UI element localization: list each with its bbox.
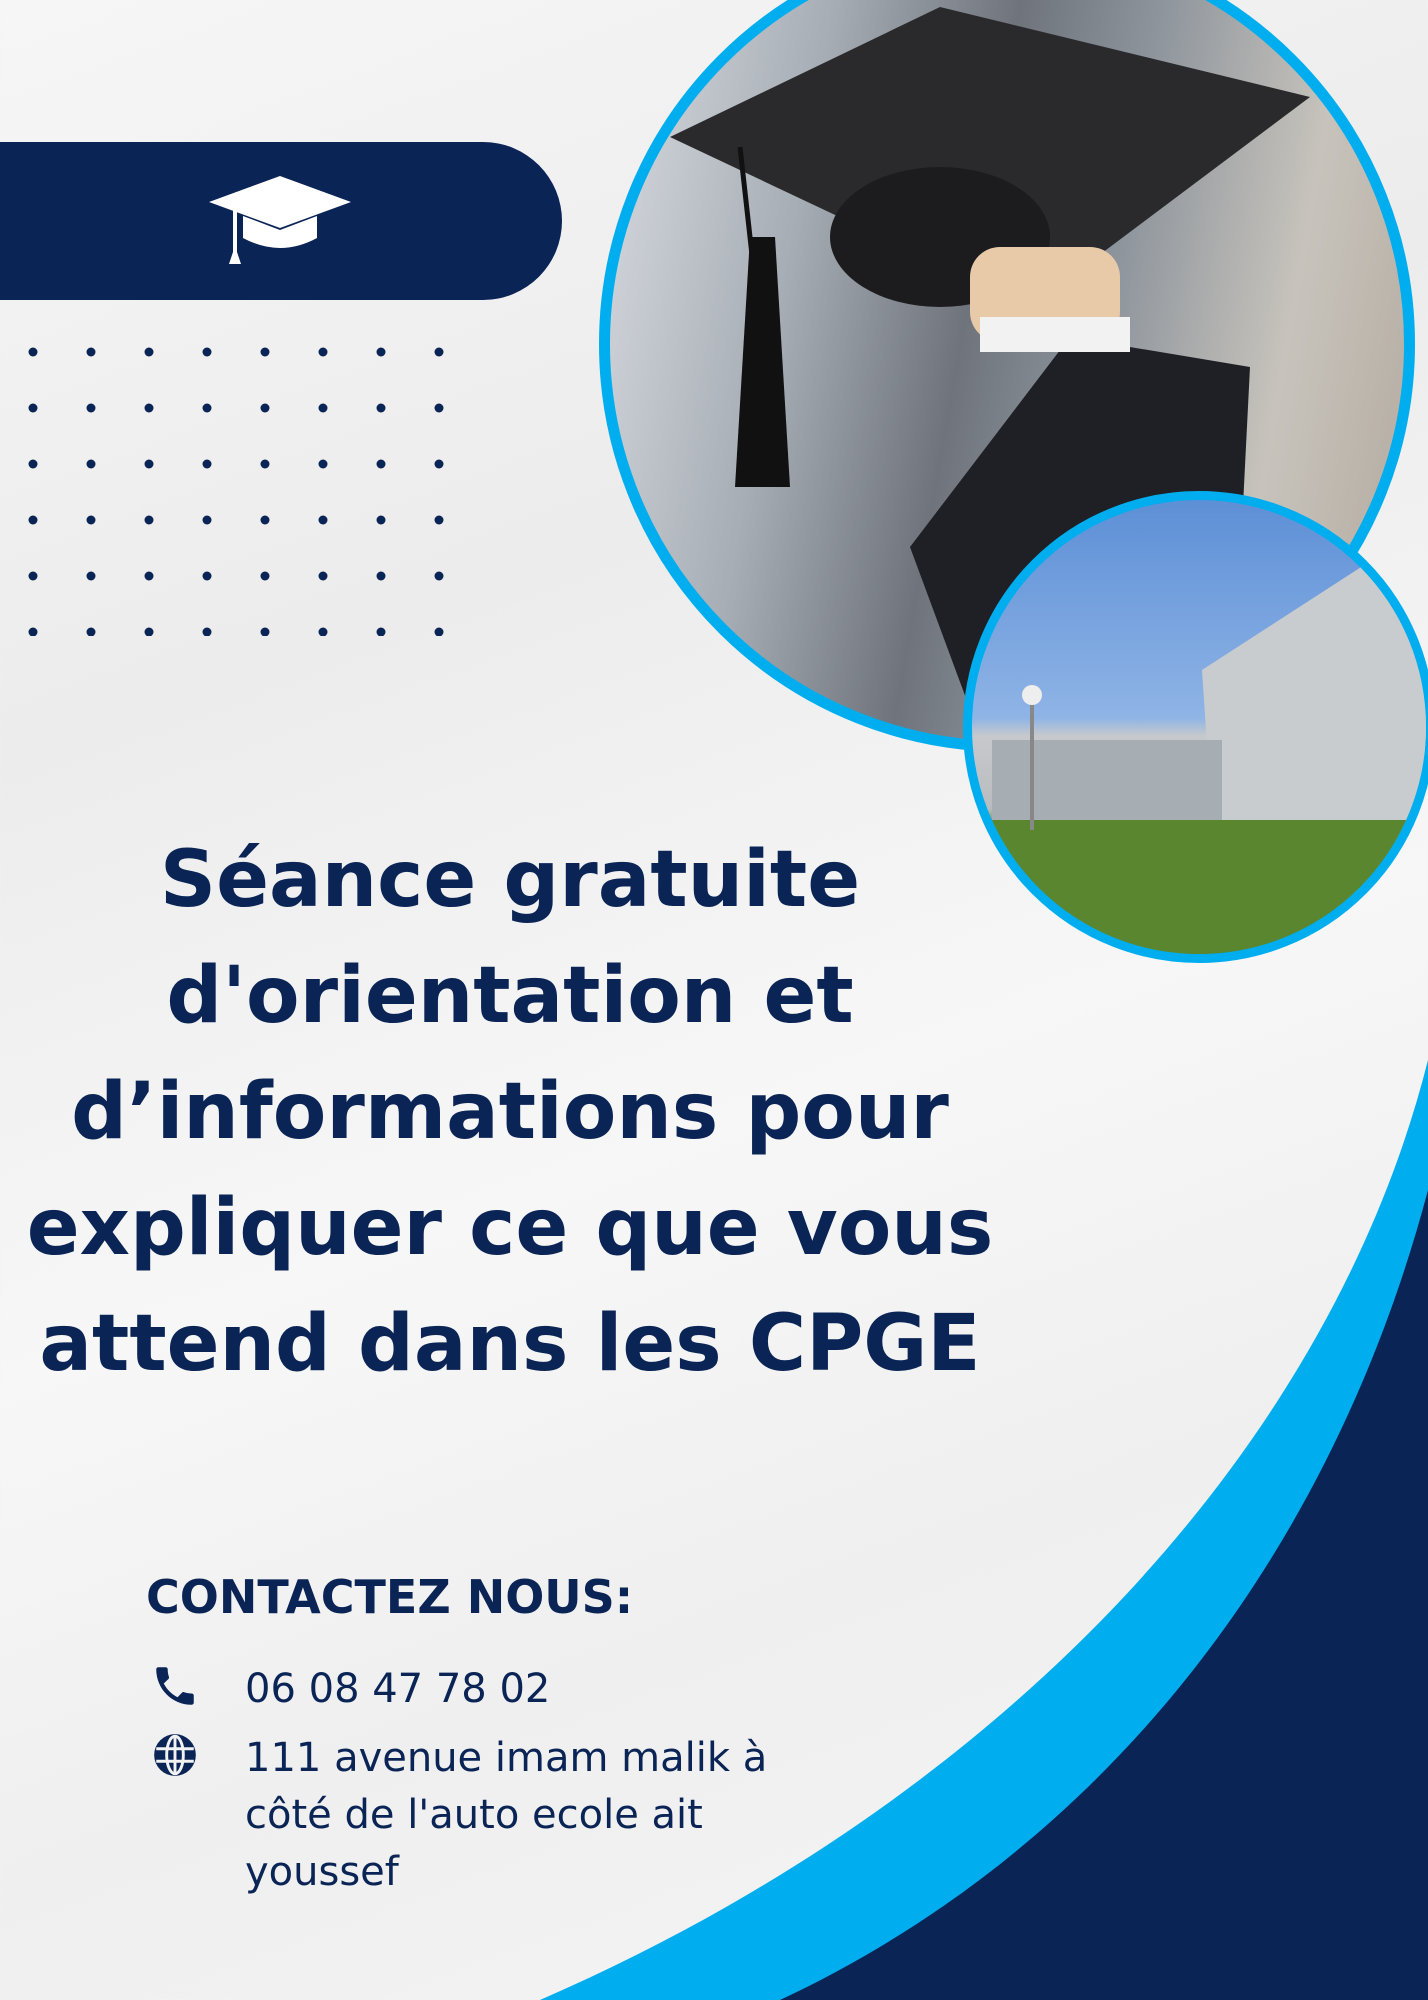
contact-address: 111 avenue imam malik à côté de l'auto e…: [150, 1730, 767, 1901]
headline-line: d’informations pour: [71, 1067, 949, 1157]
dot: [376, 515, 386, 525]
dot: [318, 347, 328, 357]
dot: [202, 571, 212, 581]
dot: [260, 403, 270, 413]
dot: [434, 627, 444, 636]
dot: [260, 627, 270, 636]
dot: [202, 515, 212, 525]
dot: [144, 459, 154, 469]
contact-heading: CONTACTEZ NOUS:: [146, 1570, 634, 1624]
dot: [28, 515, 38, 525]
dot: [144, 515, 154, 525]
dot: [144, 571, 154, 581]
dot: [376, 459, 386, 469]
globe-icon: [154, 1734, 196, 1776]
dot: [376, 571, 386, 581]
dot: [260, 515, 270, 525]
dot: [434, 571, 444, 581]
dot: [86, 627, 96, 636]
dot: [86, 571, 96, 581]
dot: [260, 459, 270, 469]
dot: [260, 347, 270, 357]
graduation-cap-icon: [209, 176, 351, 264]
headline-line: Séance gratuite: [159, 835, 861, 925]
dot: [318, 403, 328, 413]
dot-grid: [28, 347, 444, 636]
headline-line: d'orientation et: [166, 951, 854, 1041]
dot: [28, 571, 38, 581]
dot: [434, 459, 444, 469]
dot: [376, 347, 386, 357]
dot: [86, 347, 96, 357]
dot: [28, 627, 38, 636]
dot: [144, 347, 154, 357]
dot: [318, 627, 328, 636]
address-text: 111 avenue imam malik à côté de l'auto e…: [245, 1730, 767, 1901]
dot: [260, 571, 270, 581]
dot: [202, 347, 212, 357]
dot: [434, 403, 444, 413]
dot: [144, 627, 154, 636]
dot: [318, 571, 328, 581]
dot: [86, 403, 96, 413]
dot: [28, 347, 38, 357]
headline: Séance gratuite d'orientation et d’infor…: [20, 822, 1000, 1402]
dot: [202, 627, 212, 636]
dot: [376, 627, 386, 636]
phone-number[interactable]: 06 08 47 78 02: [245, 1661, 550, 1718]
contact-phone: 06 08 47 78 02: [150, 1661, 550, 1718]
dot: [434, 515, 444, 525]
dot: [318, 515, 328, 525]
dot: [28, 403, 38, 413]
dot: [144, 403, 154, 413]
address-line: youssef: [245, 1849, 399, 1895]
address-line: 111 avenue imam malik à: [245, 1735, 768, 1781]
dot: [318, 459, 328, 469]
headline-line: expliquer ce que vous: [26, 1183, 994, 1273]
dot: [202, 403, 212, 413]
dot: [434, 347, 444, 357]
secondary-photo-campus: [963, 491, 1428, 963]
dot: [86, 459, 96, 469]
address-line: côté de l'auto ecole ait: [245, 1792, 703, 1838]
dot: [376, 403, 386, 413]
dot: [202, 459, 212, 469]
phone-icon: [156, 1667, 194, 1705]
dot: [28, 459, 38, 469]
dot: [86, 515, 96, 525]
headline-line: attend dans les CPGE: [39, 1299, 981, 1389]
